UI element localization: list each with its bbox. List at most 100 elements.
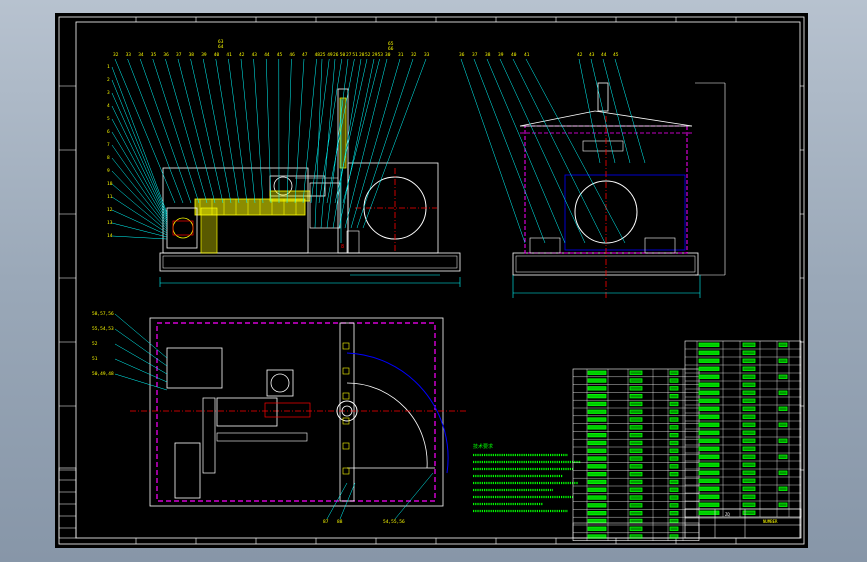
front-mark: 8 bbox=[341, 244, 344, 250]
bom-cell-text bbox=[698, 350, 720, 355]
balloon-number: 44 bbox=[601, 52, 607, 58]
bom-cell-text bbox=[742, 374, 756, 379]
bom-cell-text bbox=[587, 518, 607, 524]
bom-cell-text bbox=[587, 479, 607, 485]
bom-cell-text bbox=[629, 471, 643, 477]
bom-cell-text bbox=[778, 374, 788, 379]
front-coupling bbox=[200, 207, 218, 254]
balloon-number: 1 bbox=[107, 64, 110, 70]
bom-cell-text bbox=[669, 526, 679, 531]
balloon-number: 12 bbox=[107, 207, 113, 213]
balloon-number: 33 bbox=[126, 52, 132, 58]
bom-cell-text bbox=[742, 462, 756, 467]
top-hidden-frame bbox=[156, 322, 436, 502]
balloon-number: 52 bbox=[365, 52, 371, 58]
balloon-number: 45 bbox=[277, 52, 283, 58]
bom-cell-text bbox=[778, 422, 788, 427]
leader-line bbox=[294, 58, 305, 204]
bom-cell-text bbox=[629, 370, 643, 375]
cad-viewport[interactable]: 8 32 33 34 35 36 37 38 39 40 41 42 43 44 45 46 47 48 49 50 5… bbox=[0, 0, 867, 562]
bom-cell-text bbox=[587, 471, 607, 477]
balloon-number: 8 bbox=[107, 155, 110, 161]
bom-cell-text bbox=[698, 414, 720, 419]
balloon-number: 39 bbox=[201, 52, 207, 58]
bom-cell-text bbox=[698, 358, 720, 363]
leader-line bbox=[114, 373, 168, 391]
balloon-number: 4 bbox=[107, 103, 110, 109]
bom-cell-text bbox=[587, 417, 607, 422]
front-support bbox=[346, 230, 360, 254]
bom-cell-text bbox=[587, 456, 607, 461]
side-roof-right bbox=[594, 110, 693, 127]
balloon-number: 32 bbox=[113, 52, 119, 58]
balloon-number: 11 bbox=[107, 194, 113, 200]
leader-line bbox=[499, 58, 586, 244]
top-bolt bbox=[342, 367, 350, 375]
balloon-number: 31 bbox=[398, 52, 404, 58]
front-gear-stand bbox=[166, 207, 198, 249]
bom-cell-text bbox=[778, 406, 788, 411]
bom-cell-text bbox=[778, 454, 788, 459]
bom-cell-text bbox=[698, 398, 720, 403]
side-roof-left bbox=[519, 110, 596, 127]
balloon-number: 58,57,56 bbox=[92, 311, 114, 317]
side-base bbox=[512, 252, 699, 276]
bom-cell-text bbox=[669, 386, 679, 391]
bom-cell-text bbox=[742, 494, 756, 499]
bom-cell-text bbox=[698, 390, 720, 395]
bom-cell-text bbox=[669, 495, 679, 500]
balloon-number: 10 bbox=[107, 181, 113, 187]
leader-line bbox=[265, 58, 272, 204]
bom-cell-text bbox=[698, 406, 720, 411]
leader-line bbox=[310, 58, 330, 204]
leader-line bbox=[111, 131, 168, 224]
bom-cell-text bbox=[629, 440, 643, 446]
bom-cell-text bbox=[669, 510, 679, 516]
bom-cell-text bbox=[629, 393, 643, 399]
bom-cell-text bbox=[669, 417, 679, 422]
leader-line bbox=[332, 58, 362, 229]
leader-line bbox=[215, 58, 240, 204]
leader-line bbox=[114, 328, 168, 367]
balloon-number: 52 bbox=[92, 341, 98, 347]
leader-line bbox=[473, 58, 546, 244]
front-drum bbox=[363, 176, 427, 240]
bom-cell-text bbox=[742, 398, 756, 403]
balloon-number: 5 bbox=[107, 116, 110, 122]
side-base-inner bbox=[515, 255, 696, 273]
balloon-number: 55,54,53 bbox=[92, 326, 114, 332]
bom-cell-text bbox=[698, 366, 720, 371]
top-sweep-arc bbox=[346, 382, 428, 469]
top-bolt bbox=[342, 342, 350, 350]
bom-cell-text bbox=[778, 470, 788, 475]
bom-cell-text bbox=[698, 430, 720, 435]
bom-cell-text bbox=[587, 401, 607, 407]
leader-line bbox=[111, 118, 168, 222]
leader-line bbox=[190, 58, 224, 204]
bom-cell-text bbox=[669, 370, 679, 375]
bom-cell-text bbox=[742, 454, 756, 459]
top-bolt bbox=[342, 467, 350, 475]
bom-cell-text bbox=[669, 448, 679, 453]
balloon-number: 88 bbox=[337, 519, 343, 525]
balloon-number: 3 bbox=[107, 90, 110, 96]
balloon-number: 46 bbox=[289, 52, 295, 58]
balloon-number: 37 bbox=[472, 52, 478, 58]
bom-cell-text bbox=[629, 510, 643, 516]
bom-cell-text bbox=[669, 456, 679, 461]
front-gear-hub bbox=[172, 220, 194, 236]
leader-line bbox=[320, 58, 336, 229]
balloon-number: 25 bbox=[320, 52, 326, 58]
leader-line bbox=[111, 235, 168, 240]
balloon-number: 35 bbox=[151, 52, 157, 58]
bom-cell-text bbox=[587, 464, 607, 469]
bom-cell-text bbox=[698, 486, 720, 491]
balloon-number: 40 bbox=[214, 52, 220, 58]
bom-cell-text bbox=[587, 487, 607, 492]
bom-cell-text bbox=[629, 425, 643, 430]
bom-cell-text bbox=[742, 478, 756, 483]
bom-cell-text bbox=[587, 378, 607, 383]
balloon-number: 40 bbox=[511, 52, 517, 58]
bom-cell-text bbox=[669, 487, 679, 492]
balloon-number: 42 bbox=[239, 52, 245, 58]
